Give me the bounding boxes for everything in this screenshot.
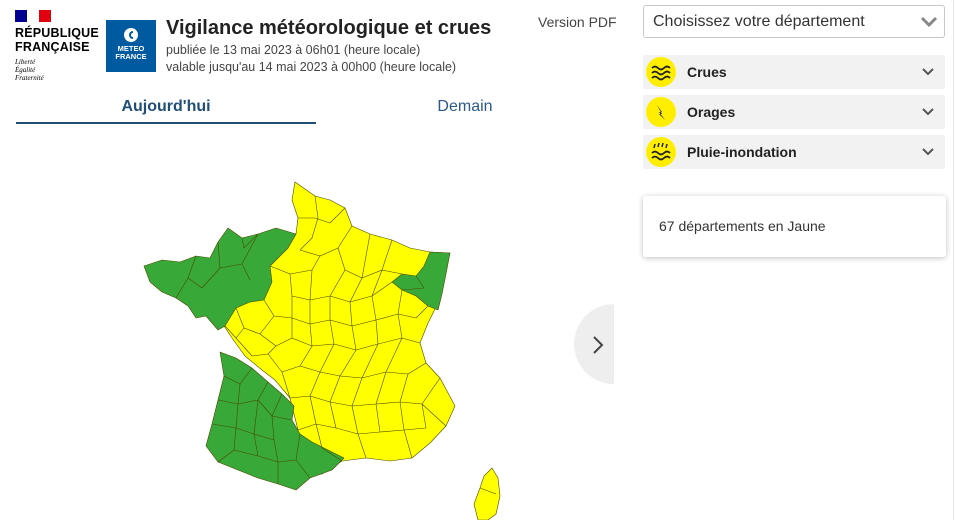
hazard-row-crues[interactable]: Crues <box>643 55 945 89</box>
france-logo-line: FRANCE <box>115 52 147 61</box>
tab-tomorrow[interactable]: Demain <box>316 98 614 116</box>
republique-text: RÉPUBLIQUE FRANÇAISE <box>15 26 99 54</box>
hazard-label: Crues <box>687 64 727 80</box>
chevron-down-icon <box>922 148 934 156</box>
meteo-france-logo[interactable]: METEO FRANCE <box>106 20 156 72</box>
department-select[interactable]: Choisissez votre département <box>643 5 945 38</box>
rain-flood-icon <box>646 137 676 167</box>
active-tab-indicator <box>16 122 316 124</box>
meteo-france-emblem-icon <box>124 28 138 42</box>
department-select-placeholder: Choisissez votre département <box>653 13 865 30</box>
hazard-label: Orages <box>687 104 736 120</box>
summary-card: 67 départements en Jaune <box>643 196 946 257</box>
french-flag-icon <box>15 10 51 22</box>
published-date: publiée le 13 mai 2023 à 06h01 (heure lo… <box>166 43 421 57</box>
lightning-icon <box>646 97 676 127</box>
chevron-down-icon <box>920 16 938 28</box>
hazard-row-orages[interactable]: Orages <box>643 95 945 129</box>
vigilance-map[interactable] <box>140 178 520 520</box>
pdf-version-link[interactable]: Version PDF <box>538 14 617 30</box>
next-button-clip <box>560 290 614 400</box>
chevron-down-icon <box>922 68 934 76</box>
page-edge-divider <box>953 0 954 520</box>
hazard-label: Pluie-inondation <box>687 144 797 160</box>
republique-francaise-logo: RÉPUBLIQUE FRANÇAISE Liberté Égalité Fra… <box>15 10 100 82</box>
summary-text: 67 départements en Jaune <box>659 218 826 234</box>
chevron-down-icon <box>922 108 934 116</box>
page-title: Vigilance météorologique et crues <box>166 17 492 39</box>
valid-until-date: valable jusqu'au 14 mai 2023 à 00h00 (he… <box>166 60 457 74</box>
map-corsica <box>473 467 501 520</box>
chevron-right-icon <box>593 336 604 354</box>
hazard-row-pluie-inondation[interactable]: Pluie-inondation <box>643 135 945 169</box>
motto: Liberté Égalité Fraternité <box>15 58 44 82</box>
tab-today[interactable]: Aujourd'hui <box>16 98 316 116</box>
flood-waves-icon <box>646 57 676 87</box>
next-map-button[interactable] <box>574 304 614 384</box>
